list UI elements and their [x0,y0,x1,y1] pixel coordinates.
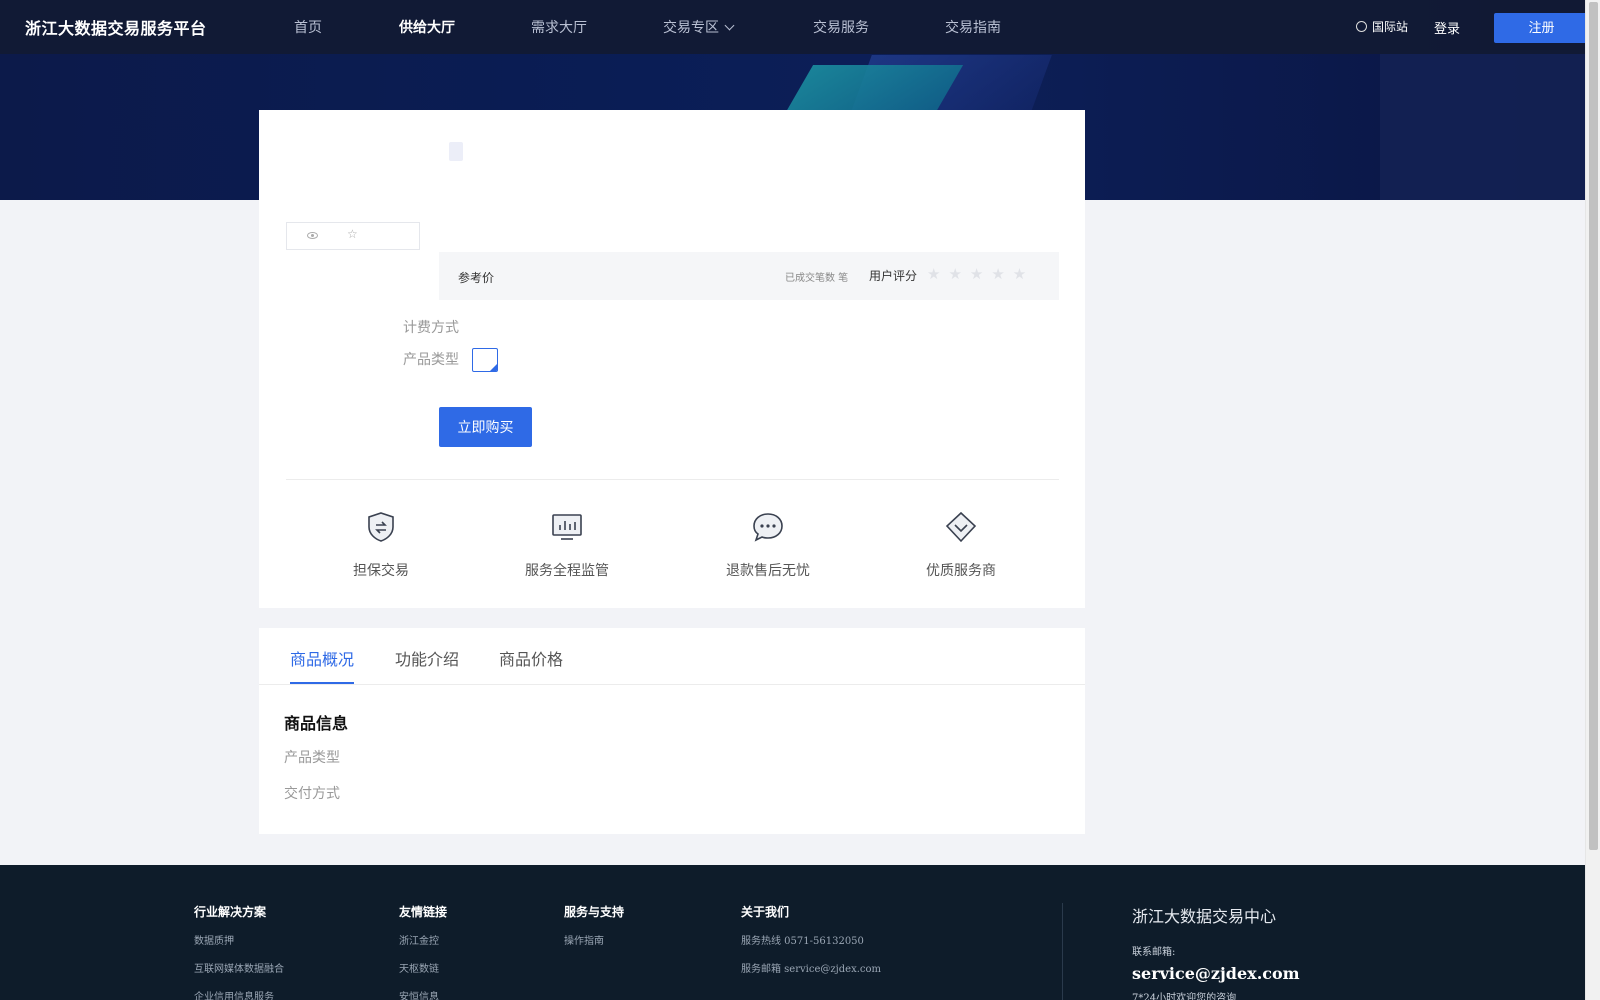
nav-demand-hall[interactable]: 需求大厅 [531,17,587,37]
product-type-label: 产品类型 [403,352,459,368]
billing-method-label: 计费方式 [403,320,459,336]
info-row-product-type: 产品类型 [284,750,340,766]
product-tag-placeholder [449,142,463,161]
chat-bubble-icon [753,513,783,542]
footer-link[interactable]: 浙江金控 [399,932,447,947]
reference-price-label: 参考价 [458,271,495,285]
footer-heading: 服务与支持 [564,905,625,919]
product-stats: ☆ [286,222,420,250]
tab-features[interactable]: 功能介绍 [395,646,459,670]
footer-email[interactable]: 服务邮箱 service@zjdex.com [741,960,881,975]
nav-trade-guide[interactable]: 交易指南 [945,17,1001,37]
user-rating-label: 用户评分 [869,269,918,283]
footer-col-support: 服务与支持 操作指南 [564,903,624,960]
footer-col-solutions: 行业解决方案 数据质押 互联网媒体数据融合 企业信用信息服务 [194,903,284,1000]
vertical-scrollbar[interactable] [1585,0,1600,1000]
tabs-divider [259,684,1085,685]
feature-label: 优质服务商 [926,563,996,579]
shield-exchange-icon [368,512,394,542]
site-logo[interactable]: 浙江大数据交易服务平台 [25,15,207,39]
footer-contact: 浙江大数据交易中心 联系邮箱: service@zjdex.com 7*24小时… [1132,903,1300,1000]
nav-trade-zone-label: 交易专区 [663,20,719,36]
intl-site-link[interactable]: 国际站 [1356,18,1408,35]
footer-link[interactable]: 数据质押 [194,932,284,947]
eye-icon [307,232,318,239]
feature-refund: 退款售后无忧 [726,510,810,580]
footer-heading: 行业解决方案 [194,905,267,919]
feature-guarantee: 担保交易 [353,510,409,580]
intl-site-label: 国际站 [1372,20,1409,34]
tab-pricing[interactable]: 商品价格 [499,646,563,670]
globe-icon [1356,21,1367,32]
scrollbar-thumb[interactable] [1589,2,1598,850]
banner-decoration [1380,50,1585,200]
nav-supply-hall[interactable]: 供给大厅 [399,17,455,37]
feature-label: 担保交易 [353,563,409,579]
price-bar: 参考价 已成交笔数 笔 用户评分 ★★★★★ [439,252,1059,300]
footer: 行业解决方案 数据质押 互联网媒体数据融合 企业信用信息服务 友情链接 浙江金控… [0,865,1585,1000]
footer-link[interactable]: 操作指南 [564,932,624,947]
nav-home[interactable]: 首页 [294,17,322,37]
footer-link[interactable]: 安恒信息 [399,988,447,1000]
register-button[interactable]: 注册 [1494,13,1589,43]
footer-link[interactable]: 企业信用信息服务 [194,988,284,1000]
footer-hotline: 服务热线 0571-56132050 [741,936,864,947]
footer-divider [1062,903,1063,1000]
footer-hours: 7*24小时欢迎您的咨询 [1132,993,1237,1000]
section-title: 商品信息 [284,714,349,733]
nav-trade-zone[interactable]: 交易专区 [663,17,735,37]
login-link[interactable]: 登录 [1434,18,1460,37]
product-detail-panel: 商品概况 功能介绍 商品价格 商品信息 产品类型 交付方式 [259,628,1085,834]
tab-overview[interactable]: 商品概况 [290,646,354,670]
divider [286,479,1059,480]
monitor-chart-icon [552,514,582,540]
footer-heading: 友情链接 [399,905,448,919]
footer-col-about: 关于我们 服务热线 0571-56132050 服务邮箱 service@zjd… [741,903,881,988]
top-nav: 浙江大数据交易服务平台 首页 供给大厅 需求大厅 交易专区 交易服务 交易指南 … [0,0,1589,54]
feature-label: 服务全程监管 [525,563,609,579]
chevron-down-icon [724,20,735,31]
favorite-star-icon[interactable]: ☆ [347,227,358,241]
product-type-option[interactable] [472,348,498,372]
footer-heading: 关于我们 [741,905,790,919]
info-row-delivery: 交付方式 [284,786,340,802]
footer-org-name: 浙江大数据交易中心 [1132,907,1277,926]
product-card: ☆ 参考价 已成交笔数 笔 用户评分 ★★★★★ 计费方式 产品类型 立即购买 … [259,110,1085,608]
feature-provider: 优质服务商 [926,510,996,580]
footer-contact-email[interactable]: service@zjdex.com [1132,964,1300,983]
nav-trade-service[interactable]: 交易服务 [813,17,869,37]
footer-link[interactable]: 互联网媒体数据融合 [194,960,284,975]
feature-supervision: 服务全程监管 [525,510,609,580]
feature-label: 退款售后无忧 [726,563,810,579]
footer-link[interactable]: 天枢数链 [399,960,447,975]
diamond-icon [945,511,977,543]
active-tab-indicator [290,682,354,684]
rating-stars: ★★★★★ [927,265,1035,283]
footer-col-links: 友情链接 浙江金控 天枢数链 安恒信息 [399,903,447,1000]
buy-now-button[interactable]: 立即购买 [439,407,532,447]
footer-email-label: 联系邮箱: [1132,947,1176,958]
deals-count: 已成交笔数 笔 [785,273,849,284]
